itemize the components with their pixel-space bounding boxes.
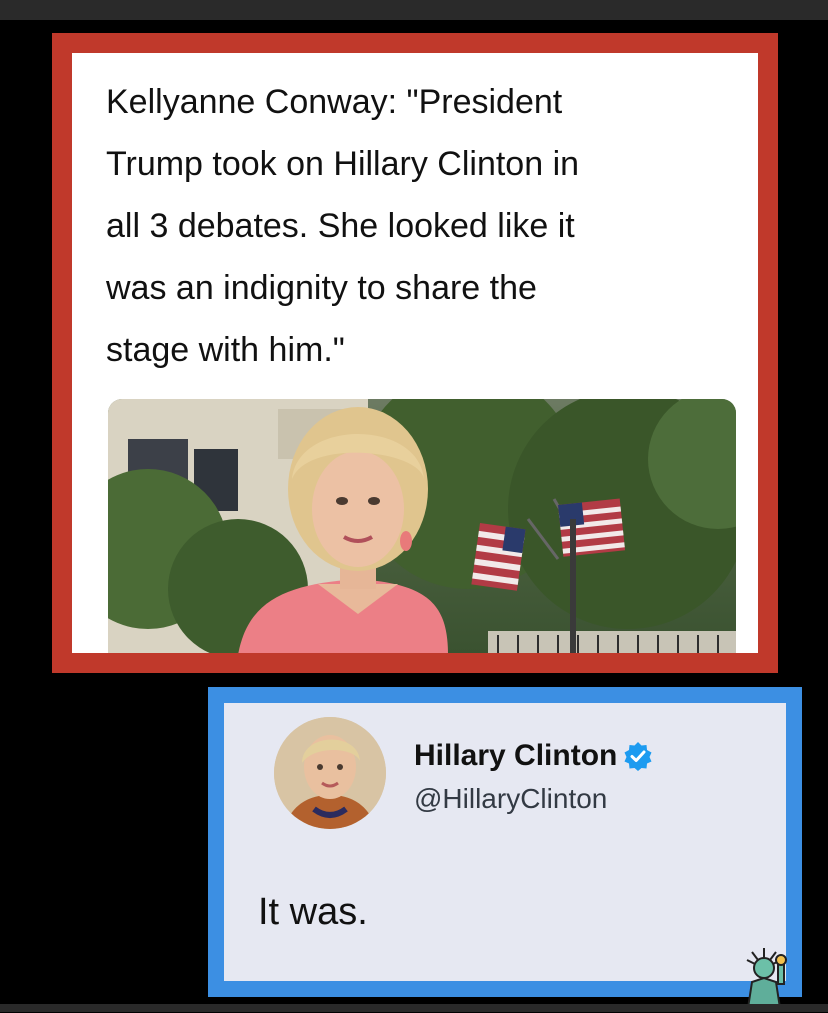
quote-card: Kellyanne Conway: "President Trump took … bbox=[52, 33, 778, 673]
quote-card-body: Kellyanne Conway: "President Trump took … bbox=[72, 53, 758, 653]
tweet-author-name[interactable]: Hillary Clinton bbox=[414, 739, 617, 773]
top-bar bbox=[0, 0, 828, 20]
statue-of-liberty-icon bbox=[734, 942, 794, 1009]
news-photo bbox=[108, 399, 736, 653]
avatar-image bbox=[274, 717, 386, 829]
tweet-card-body: Hillary Clinton @HillaryClinton It was. bbox=[224, 703, 786, 981]
tweet-card: Hillary Clinton @HillaryClinton It was. bbox=[208, 687, 802, 997]
tweet-author-handle[interactable]: @HillaryClinton bbox=[414, 783, 607, 815]
verified-badge-icon bbox=[623, 741, 653, 771]
tweet-author-row: Hillary Clinton bbox=[414, 739, 653, 773]
quote-text: Kellyanne Conway: "President Trump took … bbox=[106, 83, 580, 369]
news-photo-illustration bbox=[108, 399, 736, 653]
bottom-bar bbox=[0, 1004, 828, 1012]
avatar[interactable] bbox=[274, 717, 386, 829]
tweet-text: It was. bbox=[258, 891, 368, 933]
